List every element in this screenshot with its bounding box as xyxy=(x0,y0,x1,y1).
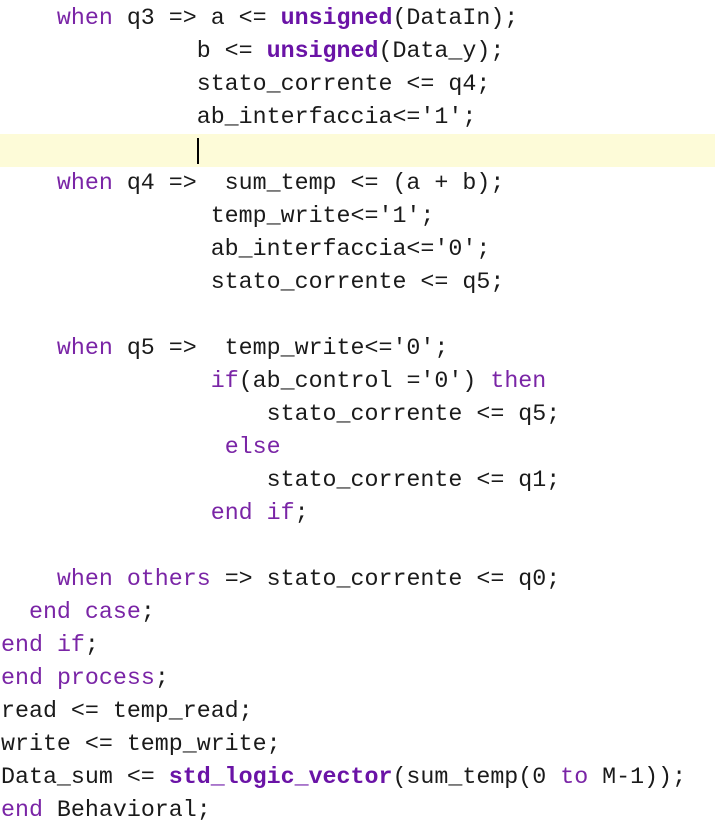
code-text: M-1)); xyxy=(588,764,687,790)
code-line[interactable]: write <= temp_write; xyxy=(0,728,715,761)
code-editor[interactable]: when q3 => a <= unsigned(DataIn); b <= u… xyxy=(0,2,715,830)
code-text: (DataIn); xyxy=(392,5,519,31)
code-text: ; xyxy=(294,500,309,526)
code-line[interactable]: end case; xyxy=(0,596,715,629)
code-line[interactable]: if(ab_control ='0') then xyxy=(0,365,715,398)
code-line[interactable]: temp_write<='1'; xyxy=(0,200,715,233)
code-line[interactable]: else xyxy=(0,431,715,464)
code-keyword: to xyxy=(560,764,589,790)
code-text: write <= temp_write; xyxy=(1,731,281,757)
code-keyword: process xyxy=(56,665,155,691)
code-line[interactable]: read <= temp_read; xyxy=(0,695,715,728)
code-keyword: end xyxy=(210,500,253,526)
code-text: (ab_control ='0') xyxy=(238,368,491,394)
text-caret xyxy=(196,138,199,164)
code-line[interactable]: stato_corrente <= q1; xyxy=(0,464,715,497)
code-line[interactable]: ab_interfaccia<='1'; xyxy=(0,101,715,134)
code-line[interactable]: stato_corrente <= q4; xyxy=(0,68,715,101)
code-keyword: if xyxy=(210,368,239,394)
code-text: Data_sum <= xyxy=(1,764,169,790)
code-line[interactable] xyxy=(0,299,715,332)
code-text: ab_interfaccia<='0'; xyxy=(1,236,491,262)
code-text: => stato_corrente <= q0; xyxy=(210,566,561,592)
code-line[interactable]: when q4 => sum_temp <= (a + b); xyxy=(0,167,715,200)
code-line[interactable]: when q5 => temp_write<='0'; xyxy=(0,332,715,365)
code-text: ; xyxy=(84,632,99,658)
code-line[interactable]: end Behavioral; xyxy=(0,794,715,827)
code-line[interactable]: b <= unsigned(Data_y); xyxy=(0,35,715,68)
code-keyword: end xyxy=(1,632,43,658)
code-keyword: else xyxy=(224,434,281,460)
code-keyword: end xyxy=(1,665,43,691)
code-line[interactable] xyxy=(0,530,715,563)
code-keyword: if xyxy=(56,632,85,658)
code-line-current[interactable] xyxy=(0,134,715,167)
code-line[interactable]: ab_interfaccia<='0'; xyxy=(0,233,715,266)
code-text: q3 => a <= xyxy=(112,5,281,31)
code-text: temp_write<='1'; xyxy=(1,203,435,229)
code-text: ; xyxy=(154,665,169,691)
code-line[interactable]: when q3 => a <= unsigned(DataIn); xyxy=(0,2,715,35)
code-text: ab_interfaccia<='1'; xyxy=(1,104,477,130)
code-line[interactable]: end if; xyxy=(0,497,715,530)
code-line[interactable]: end process; xyxy=(0,662,715,695)
code-keyword: when xyxy=(56,170,113,196)
code-function: unsigned xyxy=(266,38,379,64)
code-keyword: if xyxy=(266,500,295,526)
code-keyword: others xyxy=(126,566,211,592)
code-text: ; xyxy=(140,599,155,625)
code-text: stato_corrente <= q5; xyxy=(1,401,561,427)
code-keyword: end xyxy=(28,599,71,625)
code-text: (Data_y); xyxy=(378,38,505,64)
code-line[interactable]: stato_corrente <= q5; xyxy=(0,398,715,431)
code-keyword: case xyxy=(84,599,141,625)
code-text: stato_corrente <= q1; xyxy=(1,467,561,493)
code-line[interactable]: Data_sum <= std_logic_vector(sum_temp(0 … xyxy=(0,761,715,794)
code-keyword: end xyxy=(1,797,43,823)
code-text: q5 => temp_write<='0'; xyxy=(112,335,449,361)
code-function: std_logic_vector xyxy=(168,764,393,790)
code-keyword: then xyxy=(490,368,547,394)
code-keyword: when xyxy=(56,566,113,592)
code-keyword: when xyxy=(56,335,113,361)
code-keyword: when xyxy=(56,5,113,31)
code-text: Behavioral; xyxy=(42,797,211,823)
code-text: (sum_temp(0 xyxy=(392,764,561,790)
code-line[interactable]: end if; xyxy=(0,629,715,662)
code-line[interactable]: when others => stato_corrente <= q0; xyxy=(0,563,715,596)
code-function: unsigned xyxy=(280,5,393,31)
code-text: b <= xyxy=(1,38,267,64)
code-text: stato_corrente <= q4; xyxy=(1,71,491,97)
code-line[interactable]: stato_corrente <= q5; xyxy=(0,266,715,299)
code-text: q4 => sum_temp <= (a + b); xyxy=(112,170,505,196)
code-text: read <= temp_read; xyxy=(1,698,253,724)
code-text: stato_corrente <= q5; xyxy=(1,269,505,295)
